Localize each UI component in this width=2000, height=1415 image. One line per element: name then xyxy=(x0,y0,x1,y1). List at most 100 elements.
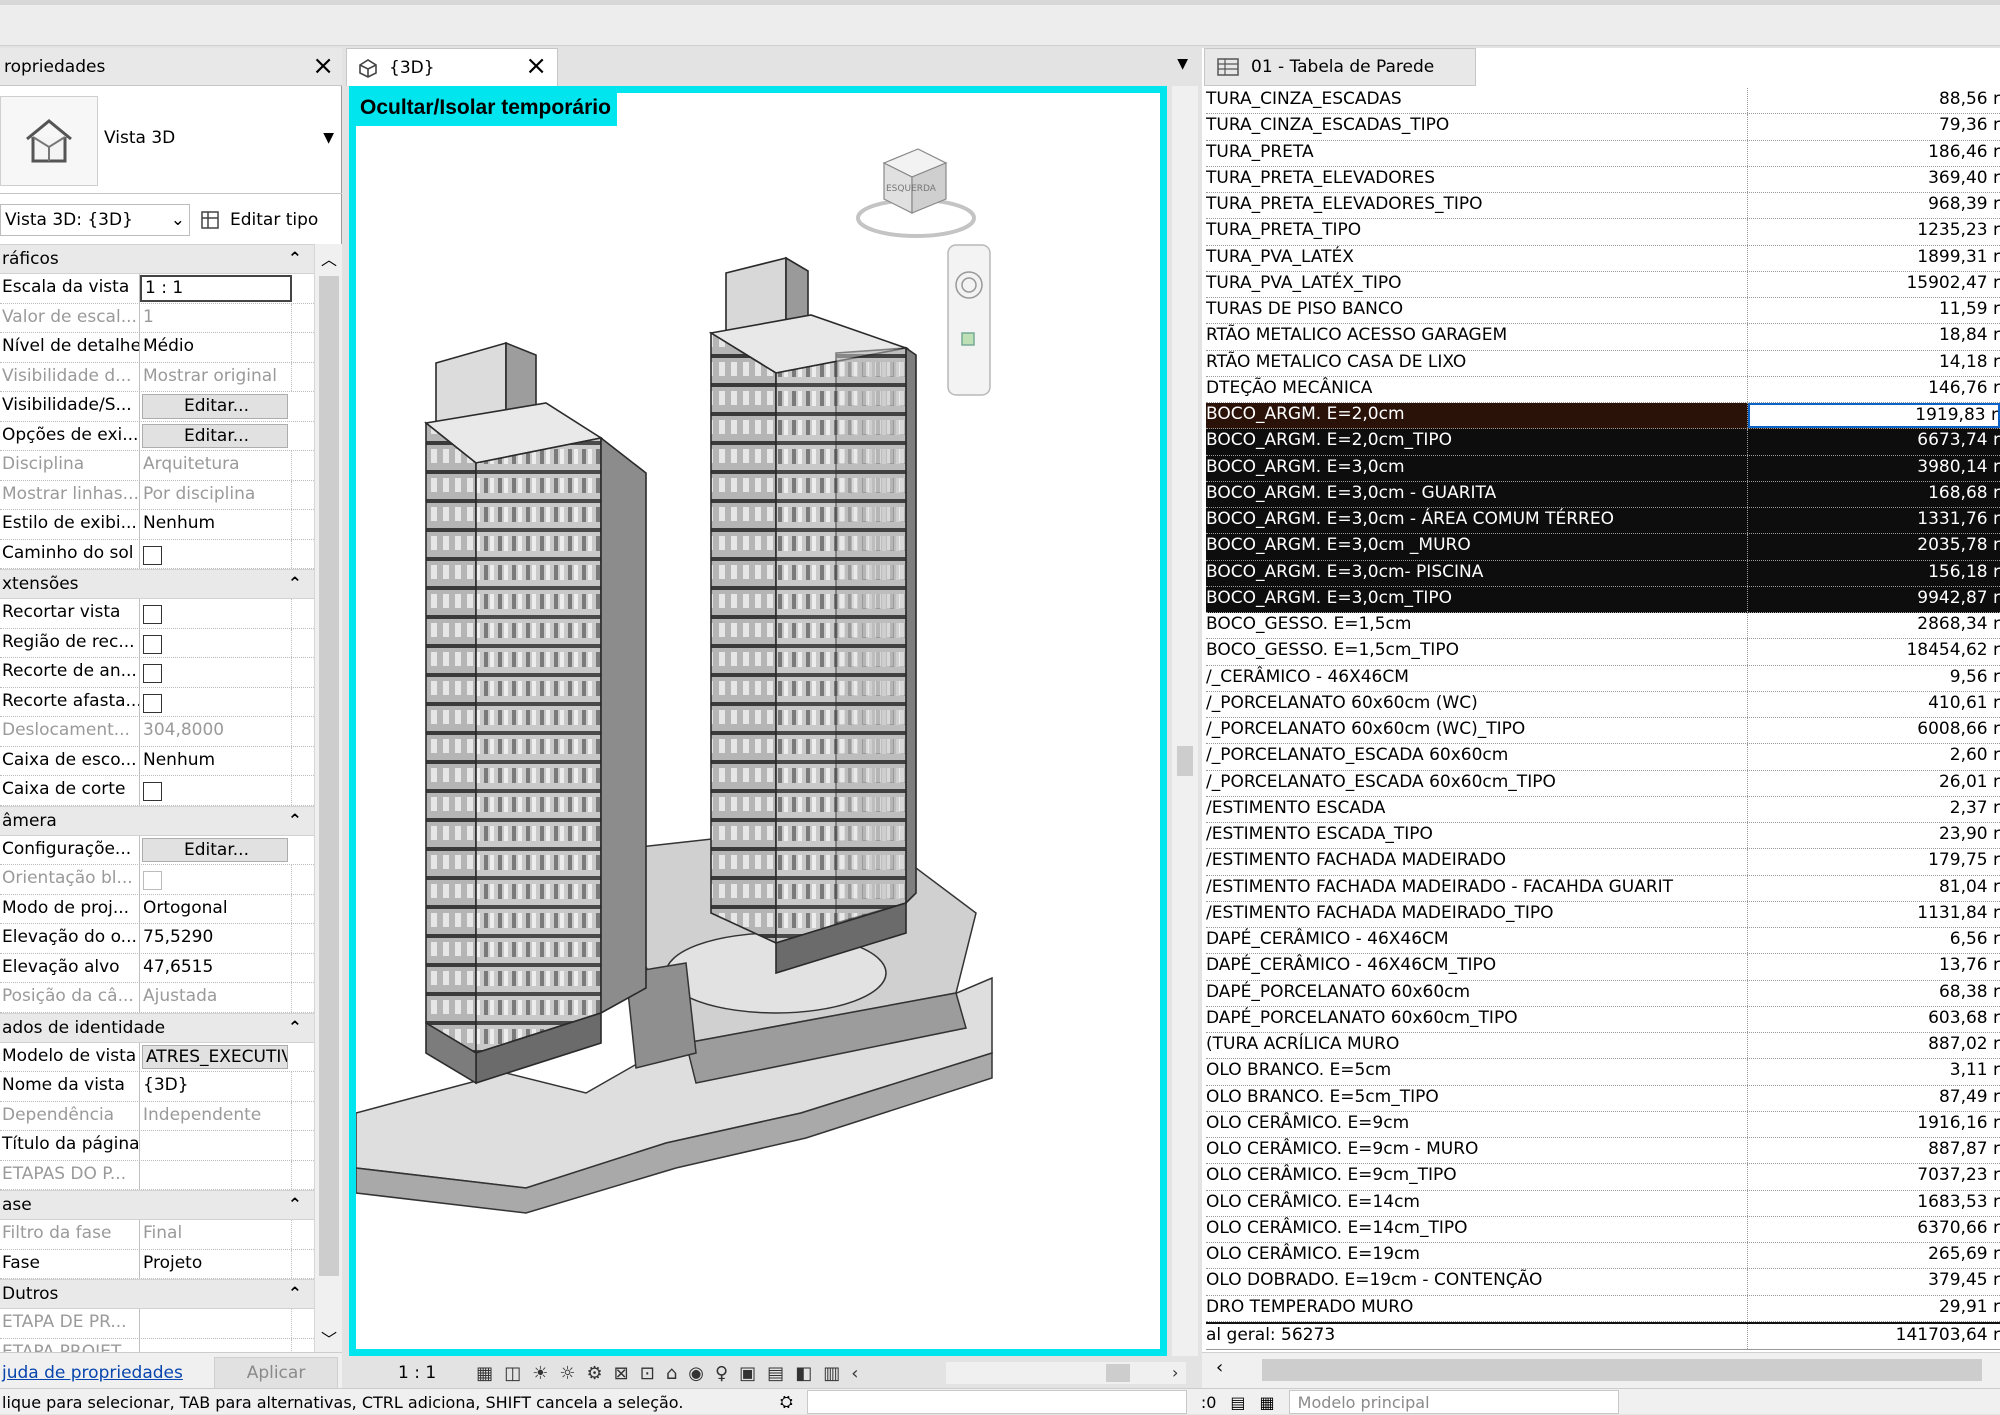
schedule-cell-area[interactable]: 79,36 r xyxy=(1748,114,2000,139)
property-value[interactable] xyxy=(140,539,292,568)
schedule-cell-type[interactable]: DAPÉ_CERÂMICO - 46X46CM_TIPO xyxy=(1206,954,1748,980)
schedule-row[interactable]: BOCO_GESSO. E=1,5cm_TIPO 18454,62 r xyxy=(1206,639,2000,666)
schedule-cell-type[interactable]: BOCO_ARGM. E=3,0cm - GUARITA xyxy=(1206,481,1748,507)
schedule-cell-type[interactable]: OLO DOBRADO. E=19cm - CONTENÇÃO xyxy=(1206,1269,1748,1295)
schedule-row[interactable]: TURA_PRETA_TIPO 1235,23 r xyxy=(1206,219,2000,246)
schedule-cell-area[interactable]: 1916,16 r xyxy=(1748,1112,2000,1137)
schedule-cell-type[interactable]: RTÃO METALICO CASA DE LIXO xyxy=(1206,350,1748,376)
property-value[interactable]: Ortogonal xyxy=(140,894,292,923)
schedule-cell-area[interactable]: 2868,34 r xyxy=(1748,613,2000,638)
show-crop-icon[interactable]: ⊡ xyxy=(640,1363,655,1384)
properties-scrollbar[interactable]: ︿ ﹀ xyxy=(314,244,342,1352)
schedule-row[interactable]: /ESTIMENTO ESCADA 2,37 r xyxy=(1206,796,2000,823)
instance-selector[interactable]: Vista 3D: {3D} ⌄ xyxy=(0,204,190,236)
schedule-cell-type[interactable]: OLO CERÂMICO. E=9cm - MURO xyxy=(1206,1138,1748,1164)
schedule-row[interactable]: BOCO_ARGM. E=2,0cm_TIPO 6673,74 r xyxy=(1206,429,2000,456)
schedule-cell-area[interactable]: 168,68 r xyxy=(1748,482,2000,507)
schedule-cell-area[interactable]: 1683,53 r xyxy=(1748,1191,2000,1216)
property-value[interactable] xyxy=(140,776,292,805)
schedule-cell-area[interactable]: 18454,62 r xyxy=(1748,639,2000,664)
schedule-cell-area[interactable]: 81,04 r xyxy=(1748,876,2000,901)
schedule-cell-type[interactable]: /ESTIMENTO FACHADA MADEIRADO - FACAHDA G… xyxy=(1206,875,1748,901)
schedule-cell-area[interactable]: 179,75 r xyxy=(1748,849,2000,874)
design-options-icon[interactable]: ▤ xyxy=(1230,1393,1245,1412)
schedule-cell-type[interactable]: DTEÇÃO MECÂNICA xyxy=(1206,376,1748,402)
schedule-cell-area[interactable]: 156,18 r xyxy=(1748,561,2000,586)
property-value[interactable]: Nenhum xyxy=(140,746,292,775)
chevron-down-icon[interactable]: ﹀ xyxy=(321,1326,337,1350)
collapse-chevron-icon[interactable]: ⌃ xyxy=(288,1195,302,1215)
schedule-cell-area[interactable]: 3980,14 r xyxy=(1748,456,2000,481)
schedule-cell-type[interactable]: TURA_PVA_LATÉX xyxy=(1206,245,1748,271)
schedule-cell-type[interactable]: BOCO_ARGM. E=2,0cm xyxy=(1206,403,1748,429)
schedule-cell-area[interactable]: 9942,87 r xyxy=(1748,587,2000,612)
schedule-row[interactable]: OLO BRANCO. E=5cm_TIPO 87,49 r xyxy=(1206,1085,2000,1112)
schedule-row[interactable]: TURAS DE PISO BANCO 11,59 r xyxy=(1206,298,2000,325)
schedule-cell-type[interactable]: DAPÉ_PORCELANATO 60x60cm_TIPO xyxy=(1206,1006,1748,1032)
property-value[interactable] xyxy=(140,599,292,628)
schedule-cell-type[interactable]: OLO CERÂMICO. E=14cm_TIPO xyxy=(1206,1216,1748,1242)
schedule-cell-area[interactable]: 186,46 r xyxy=(1748,141,2000,166)
property-checkbox[interactable] xyxy=(143,605,162,624)
schedule-row[interactable]: RTÃO METALICO ACESSO GARAGEM 18,84 r xyxy=(1206,324,2000,351)
schedule-cell-type[interactable]: /_PORCELANATO 60x60cm (WC)_TIPO xyxy=(1206,718,1748,744)
tab-wall-schedule[interactable]: 01 - Tabela de Parede xyxy=(1204,48,1476,86)
schedule-cell-type[interactable]: DAPÉ_PORCELANATO 60x60cm xyxy=(1206,980,1748,1006)
schedule-cell-type[interactable]: BOCO_GESSO. E=1,5cm_TIPO xyxy=(1206,639,1748,665)
property-group-header[interactable]: Dutros ⌃ xyxy=(0,1279,314,1309)
lock-view-icon[interactable]: ⌂ xyxy=(666,1363,677,1384)
schedule-cell-area[interactable]: 410,61 r xyxy=(1748,692,2000,717)
schedule-cell-type[interactable]: /ESTIMENTO FACHADA MADEIRADO_TIPO xyxy=(1206,901,1748,927)
worksets-icon[interactable]: ⛭ xyxy=(780,1392,793,1412)
property-value[interactable] xyxy=(140,687,292,716)
crop-view-icon[interactable]: ⊠ xyxy=(614,1363,629,1384)
schedule-cell-area[interactable]: 6370,66 r xyxy=(1748,1217,2000,1242)
schedule-cell-type[interactable]: OLO CERÂMICO. E=9cm_TIPO xyxy=(1206,1164,1748,1190)
schedule-cell-type[interactable]: /_PORCELANATO 60x60cm (WC) xyxy=(1206,691,1748,717)
property-checkbox[interactable] xyxy=(143,634,162,654)
schedule-row[interactable]: DAPÉ_PORCELANATO 60x60cm_TIPO 603,68 r xyxy=(1206,1006,2000,1033)
property-edit-button[interactable]: Editar... xyxy=(142,394,288,419)
schedule-cell-type[interactable]: BOCO_ARGM. E=3,0cm _MURO xyxy=(1206,534,1748,560)
chevron-left-icon[interactable]: ‹ xyxy=(851,1363,858,1384)
schedule-row[interactable]: TURA_CINZA_ESCADAS 88,56 r xyxy=(1206,88,2000,115)
property-value[interactable]: 47,6515 xyxy=(140,953,292,982)
property-checkbox[interactable] xyxy=(143,545,162,565)
schedule-cell-area[interactable]: 6008,66 r xyxy=(1748,718,2000,743)
schedule-cell-type[interactable]: /ESTIMENTO FACHADA MADEIRADO xyxy=(1206,849,1748,875)
tab-menu-icon[interactable]: ▼ xyxy=(1177,56,1188,72)
schedule-cell-area[interactable]: 1919,83 r xyxy=(1748,403,2000,429)
visual-style-icon[interactable]: ◫ xyxy=(504,1363,521,1384)
property-value[interactable]: Nenhum xyxy=(140,510,292,539)
schedule-cell-type[interactable]: TURA_PRETA xyxy=(1206,140,1748,166)
property-value[interactable]: {3D} xyxy=(140,1072,292,1101)
schedule-cell-type[interactable]: TURA_PRETA_ELEVADORES_TIPO xyxy=(1206,193,1748,219)
schedule-cell-type[interactable]: DRO TEMPERADO MURO xyxy=(1206,1295,1748,1321)
schedule-cell-type[interactable]: OLO BRANCO. E=5cm xyxy=(1206,1059,1748,1085)
collapse-chevron-icon[interactable]: ⌃ xyxy=(288,1018,302,1038)
property-checkbox[interactable] xyxy=(143,782,162,801)
schedule-table[interactable]: TURA_CINZA_ESCADAS 88,56 r TURA_CINZA_ESCA… xyxy=(1206,88,2000,1352)
schedule-row[interactable]: DAPÉ_CERÂMICO - 46X46CM 6,56 r xyxy=(1206,928,2000,955)
schedule-cell-type[interactable]: OLO CERÂMICO. E=19cm xyxy=(1206,1243,1748,1269)
detail-level-icon[interactable]: ▦ xyxy=(476,1363,493,1384)
schedule-cell-area[interactable]: 11,59 r xyxy=(1748,298,2000,323)
highlight-icon[interactable]: ▥ xyxy=(823,1363,840,1384)
schedule-cell-area[interactable]: 887,87 r xyxy=(1748,1138,2000,1163)
schedule-row[interactable]: /ESTIMENTO ESCADA_TIPO 23,90 r xyxy=(1206,823,2000,850)
filter-icon[interactable]: ▦ xyxy=(1260,1393,1275,1412)
chevron-left-icon[interactable]: ‹ xyxy=(1216,1357,1223,1378)
view-vertical-scrollbar[interactable] xyxy=(1172,86,1198,1356)
schedule-row[interactable]: DAPÉ_CERÂMICO - 46X46CM_TIPO 13,76 r xyxy=(1206,954,2000,981)
collapse-chevron-icon[interactable]: ⌃ xyxy=(288,811,302,831)
schedule-cell-type[interactable]: TURAS DE PISO BANCO xyxy=(1206,298,1748,324)
type-selector[interactable]: Vista 3D ▼ xyxy=(0,86,342,194)
schedule-row[interactable]: BOCO_ARGM. E=3,0cm - ÁREA COMUM TÉRREO 13… xyxy=(1206,508,2000,535)
schedule-cell-area[interactable]: 2,60 r xyxy=(1748,744,2000,769)
schedule-row[interactable]: OLO CERÂMICO. E=14cm_TIPO 6370,66 r xyxy=(1206,1216,2000,1243)
schedule-cell-type[interactable]: /ESTIMENTO ESCADA xyxy=(1206,796,1748,822)
property-checkbox[interactable] xyxy=(143,664,162,683)
schedule-row[interactable]: BOCO_ARGM. E=3,0cm- PISCINA 156,18 r xyxy=(1206,560,2000,587)
view-scale[interactable]: 1 : 1 xyxy=(398,1363,436,1383)
property-group-header[interactable]: ase ⌃ xyxy=(0,1190,314,1220)
